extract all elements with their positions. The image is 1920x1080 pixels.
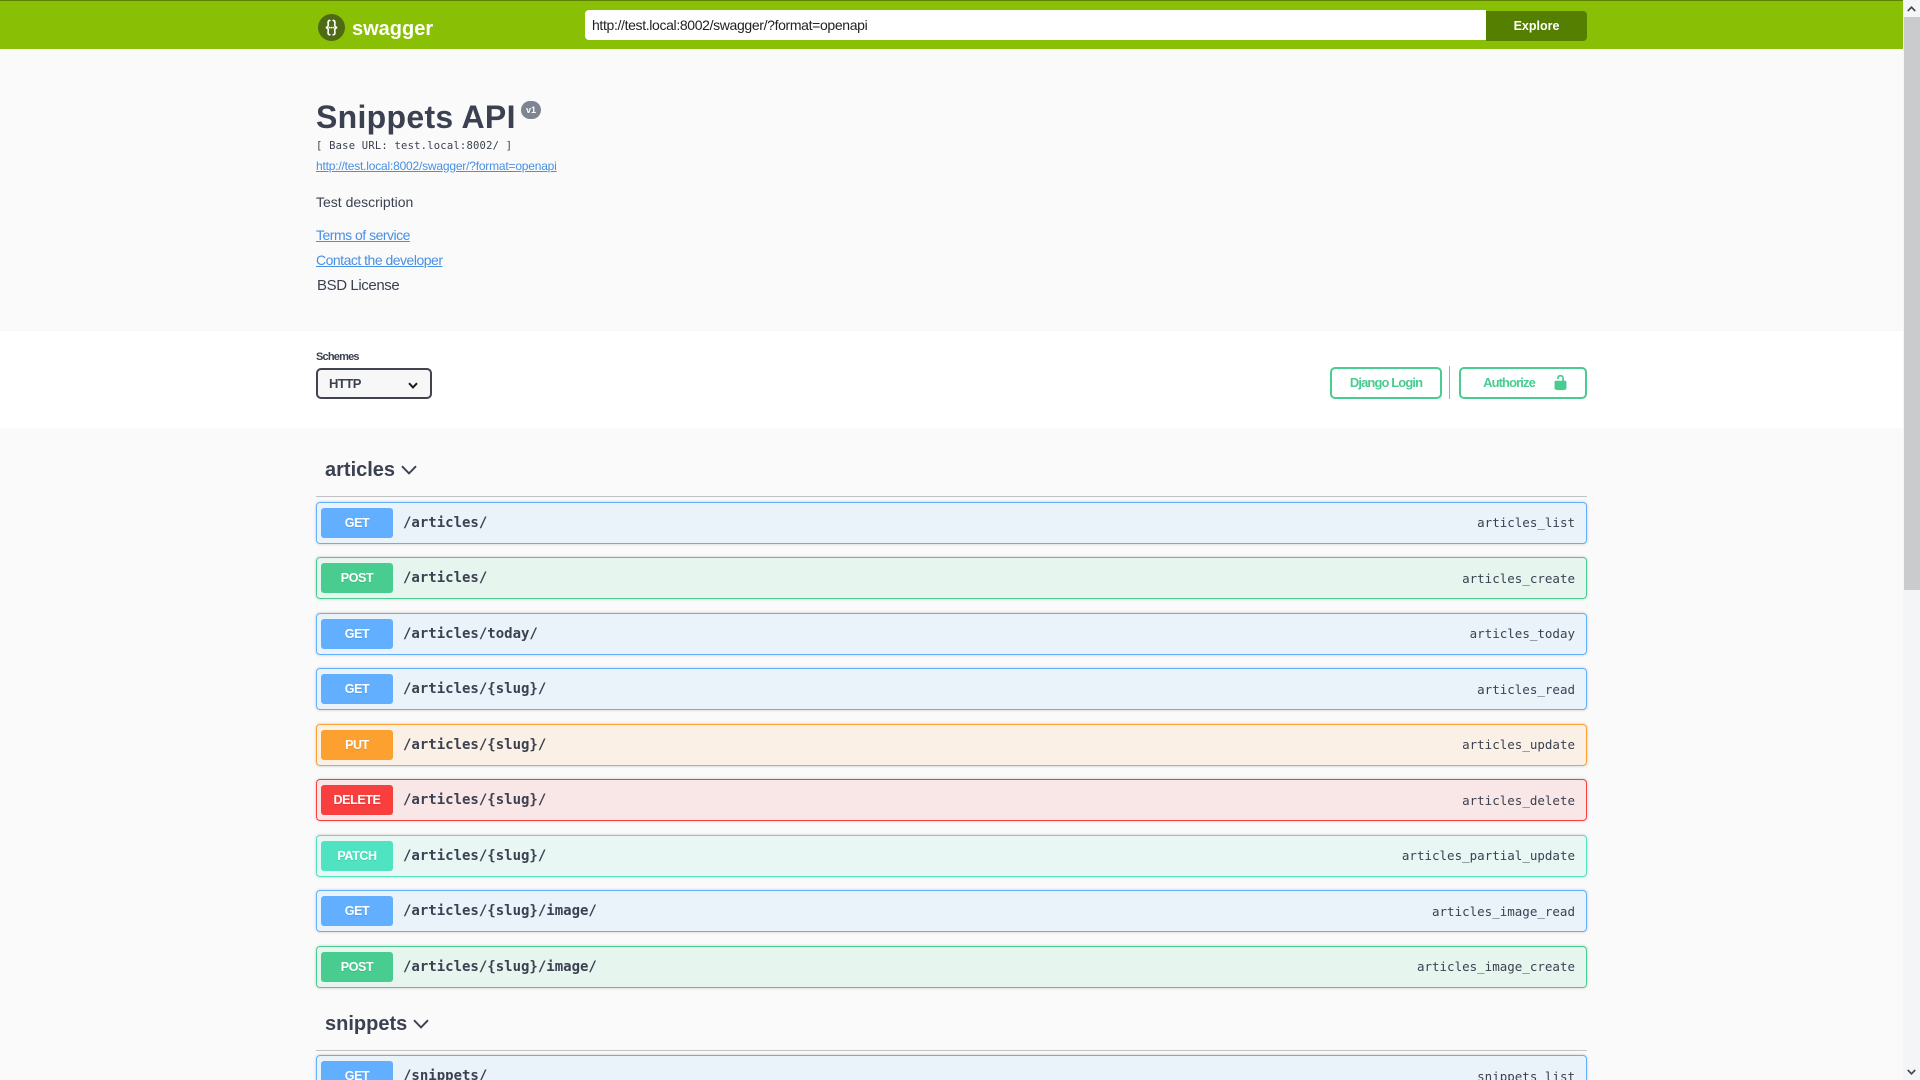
method-badge-delete: DELETE	[321, 785, 393, 815]
opblock-path: /articles/{slug}/	[403, 736, 547, 753]
opblock-operation-id: articles_delete	[1462, 792, 1575, 808]
tag-section-snippets: snippets GET/snippets/snippets_list	[316, 1012, 1587, 1080]
auth-divider	[1449, 366, 1450, 399]
opblock-articles_list[interactable]: GET/articles/articles_list	[316, 501, 1587, 544]
opblock-operation-id: articles_image_create	[1416, 959, 1575, 974]
operations-container: articles GET/articles/articles_list POST/a…	[0, 428, 1903, 1080]
authorize-button[interactable]: Authorize	[1459, 366, 1587, 399]
method-badge-get: GET	[321, 674, 393, 704]
spec-link[interactable]: http://test.local:8002/swagger/?format=o…	[316, 159, 557, 173]
opblock-path: /articles/{slug}/	[403, 847, 547, 864]
method-badge-get: GET	[321, 896, 393, 926]
opblock-articles_update[interactable]: PUT/articles/{slug}/ articles_update	[316, 723, 1587, 766]
opblock-operation-id: articles_update	[1462, 737, 1575, 752]
opblock-articles_read[interactable]: GET/articles/{slug}/ articles_read	[316, 668, 1587, 710]
terms-of-service-link[interactable]: Terms of service	[316, 227, 410, 243]
method-badge-put: PUT	[321, 729, 393, 760]
spec-url-input[interactable]	[585, 9, 1486, 40]
opblock-path: /articles/	[403, 570, 488, 586]
opblock-articles_image_read[interactable]: GET/articles/{slug}/image/articles_image…	[316, 890, 1587, 932]
opblock-path: /snippets/	[403, 1068, 488, 1080]
scrollbar-thumb[interactable]	[1904, 17, 1920, 590]
opblock-snippets_list[interactable]: GET/snippets/snippets_list	[316, 1055, 1587, 1080]
swagger-ui-page: swagger Explore Snippets API v1 [ Base U…	[0, 0, 1903, 1080]
unlock-icon	[1554, 374, 1567, 391]
schemes-select[interactable]: HTTP	[316, 368, 432, 399]
opblock-articles_image_create[interactable]: POST/articles/{slug}/image/articles_imag…	[316, 945, 1587, 988]
opblock-path: /articles/today/	[403, 625, 538, 642]
api-description: Test description	[316, 194, 414, 210]
page-scrollbar[interactable]	[1903, 0, 1920, 1080]
method-badge-post: POST	[321, 951, 393, 982]
opblock-articles_delete[interactable]: DELETE/articles/{slug}/ articles_delete	[316, 779, 1587, 821]
opblock-operation-id: articles_create	[1462, 570, 1575, 586]
download-url-form: Explore	[585, 9, 1587, 41]
schemes-selected-value: HTTP	[329, 376, 361, 391]
explore-button[interactable]: Explore	[1486, 10, 1587, 41]
swagger-logo-icon	[318, 14, 345, 41]
method-badge-post: POST	[321, 563, 393, 593]
method-badge-get: GET	[321, 618, 393, 649]
opblock-path: /articles/{slug}/image/	[403, 958, 597, 975]
tag-label: articles	[325, 458, 396, 481]
django-login-button[interactable]: Django Login	[1330, 366, 1442, 399]
version-badge: v1	[521, 101, 541, 119]
swagger-logo-text: swagger	[352, 18, 434, 40]
opblock-articles_partial_update[interactable]: PATCH/articles/{slug}/ articles_partial_u…	[316, 834, 1587, 877]
opblock-path: /articles/	[403, 514, 488, 531]
method-badge-get: GET	[321, 1061, 393, 1080]
opblock-operation-id: articles_partial_update	[1401, 848, 1575, 863]
opblock-operation-id: articles_today	[1469, 626, 1575, 641]
opblock-path: /articles/{slug}/image/	[403, 903, 597, 919]
schemes-label: Schemes	[316, 351, 360, 363]
opblock-articles_create[interactable]: POST/articles/articles_create	[316, 557, 1587, 599]
opblock-articles_today[interactable]: GET/articles/today/articles_today	[316, 612, 1587, 655]
tag-header-articles[interactable]: articles	[316, 458, 1587, 497]
license-text: BSD License	[317, 277, 400, 294]
authorize-label: Authorize	[1483, 375, 1536, 390]
swagger-logo[interactable]: swagger	[318, 14, 433, 41]
contact-developer-link[interactable]: Contact the developer	[316, 252, 443, 268]
opblock-path: /articles/{slug}/	[403, 681, 547, 697]
opblock-operation-id: articles_list	[1477, 515, 1575, 530]
tag-section-articles: articles GET/articles/articles_list POST/a…	[316, 458, 1587, 988]
auth-wrapper: Django Login Authorize	[1330, 366, 1587, 399]
tag-label: snippets	[325, 1013, 408, 1035]
method-badge-get: GET	[321, 507, 393, 538]
opblock-operation-id: articles_read	[1477, 681, 1575, 697]
select-caret-icon	[408, 382, 418, 389]
opblock-operation-id: snippets_list	[1477, 1068, 1575, 1080]
chevron-down-icon	[413, 1019, 429, 1029]
scheme-container: Schemes HTTP Django Login Authorize	[0, 331, 1903, 428]
scrollbar-up-arrow[interactable]	[1903, 0, 1920, 17]
information-container: Snippets API v1 [ Base URL: test.local:8…	[0, 49, 1903, 331]
base-url: [ Base URL: test.local:8002/ ]	[316, 140, 513, 152]
api-title: Snippets API	[316, 99, 516, 135]
scrollbar-down-arrow[interactable]	[1903, 1063, 1920, 1080]
method-badge-patch: PATCH	[321, 840, 393, 871]
opblock-path: /articles/{slug}/	[403, 792, 547, 808]
tag-header-snippets[interactable]: snippets	[316, 1012, 1587, 1051]
chevron-down-icon	[401, 465, 417, 475]
opblock-operation-id: articles_image_read	[1432, 903, 1575, 919]
topbar: swagger Explore	[0, 0, 1903, 49]
